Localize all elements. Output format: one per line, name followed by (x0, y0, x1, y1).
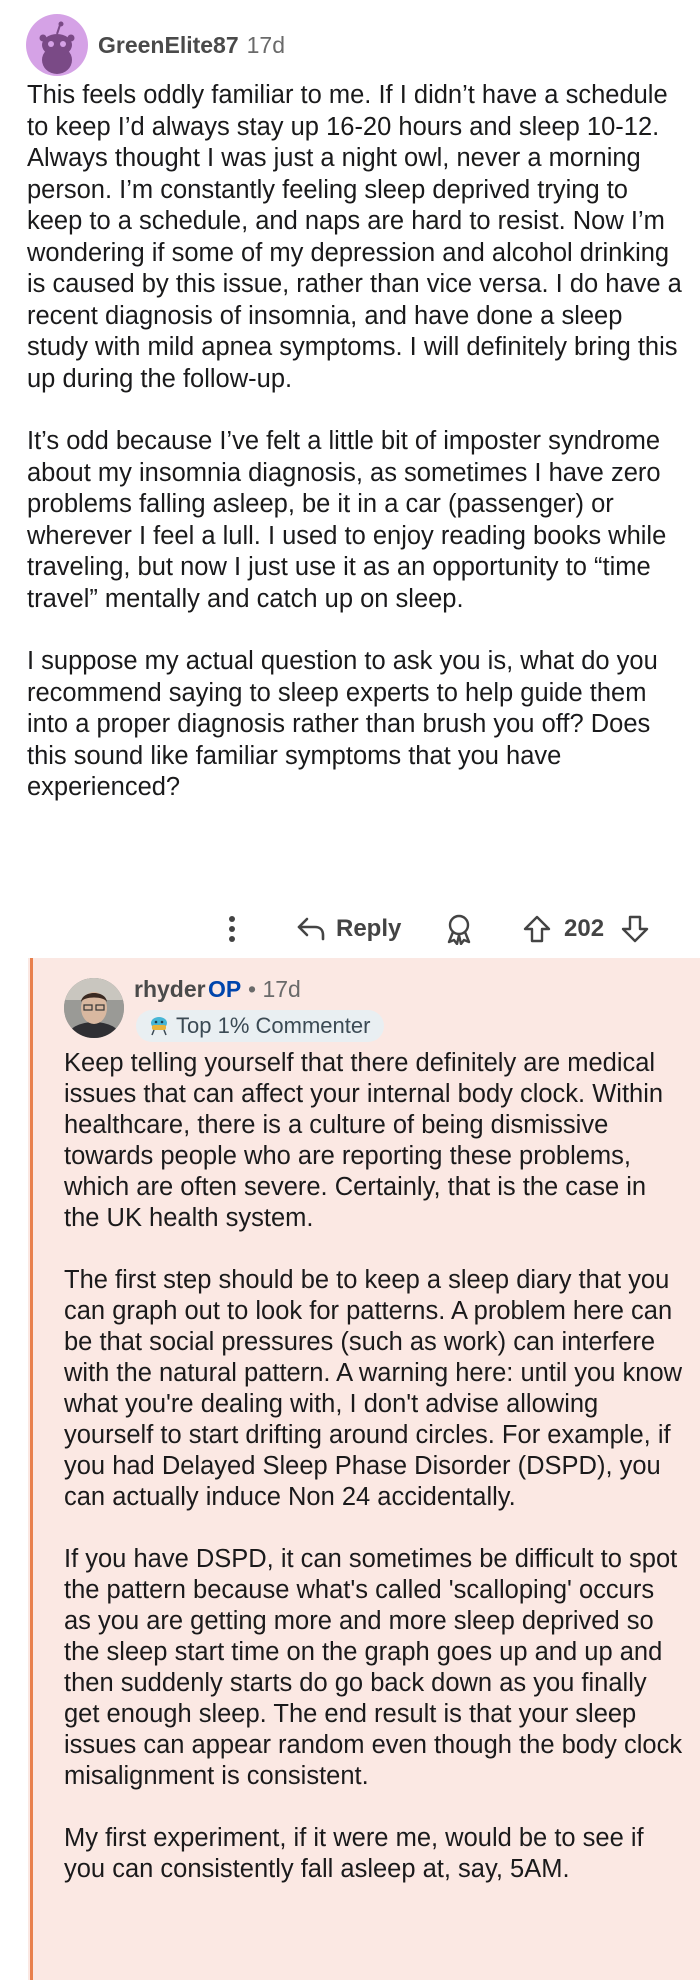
downvote-button[interactable] (620, 906, 650, 952)
user-avatar[interactable] (64, 978, 124, 1038)
comment-card: GreenElite87 17d This feels oddly famili… (0, 0, 700, 958)
award-icon (447, 914, 471, 945)
upvote-button[interactable] (522, 906, 552, 952)
downvote-icon (621, 915, 649, 943)
reply-username[interactable]: rhyder (134, 976, 206, 1003)
more-options-button[interactable] (222, 906, 242, 952)
reply-paragraph: If you have DSPD, it can sometimes be di… (64, 1545, 683, 1790)
reply-arrow-icon (297, 917, 325, 941)
comment-actions: Reply 202 (0, 906, 700, 952)
comment-body: This feels oddly familiar to me. If I di… (27, 80, 683, 835)
vote-score: 202 (564, 915, 605, 942)
more-options-icon (229, 916, 235, 942)
snoo-avatar-icon[interactable] (26, 14, 88, 76)
reply-body: Keep telling yourself that there definit… (64, 1048, 686, 1916)
badge-label: Top 1% Commenter (176, 1013, 371, 1038)
award-button[interactable] (444, 906, 474, 952)
comment-header: GreenElite87 17d (26, 14, 285, 76)
reply-paragraph: Keep telling yourself that there definit… (64, 1049, 664, 1232)
comment-paragraph: It’s odd because I’ve felt a little bit … (27, 427, 667, 613)
comment-paragraph: This feels oddly familiar to me. If I di… (27, 81, 682, 393)
reply-paragraph: The first step should be to keep a sleep… (64, 1266, 683, 1511)
comment-paragraph: I suppose my actual question to ask you … (27, 647, 658, 801)
reply-paragraph: My first experiment, if it were me, woul… (64, 1824, 644, 1883)
comment-username[interactable]: GreenElite87 (98, 32, 239, 59)
commenter-badge: Top 1% Commenter (136, 1010, 385, 1042)
op-label: OP (208, 976, 242, 1002)
upvote-icon (523, 915, 551, 943)
commenter-badge-icon (151, 1017, 167, 1036)
reply-age: • 17d (248, 976, 301, 1002)
reply-button[interactable]: Reply (296, 906, 401, 952)
reply-label: Reply (336, 915, 402, 942)
comment-age: 17d (246, 31, 286, 58)
thread-line[interactable] (30, 958, 33, 1980)
